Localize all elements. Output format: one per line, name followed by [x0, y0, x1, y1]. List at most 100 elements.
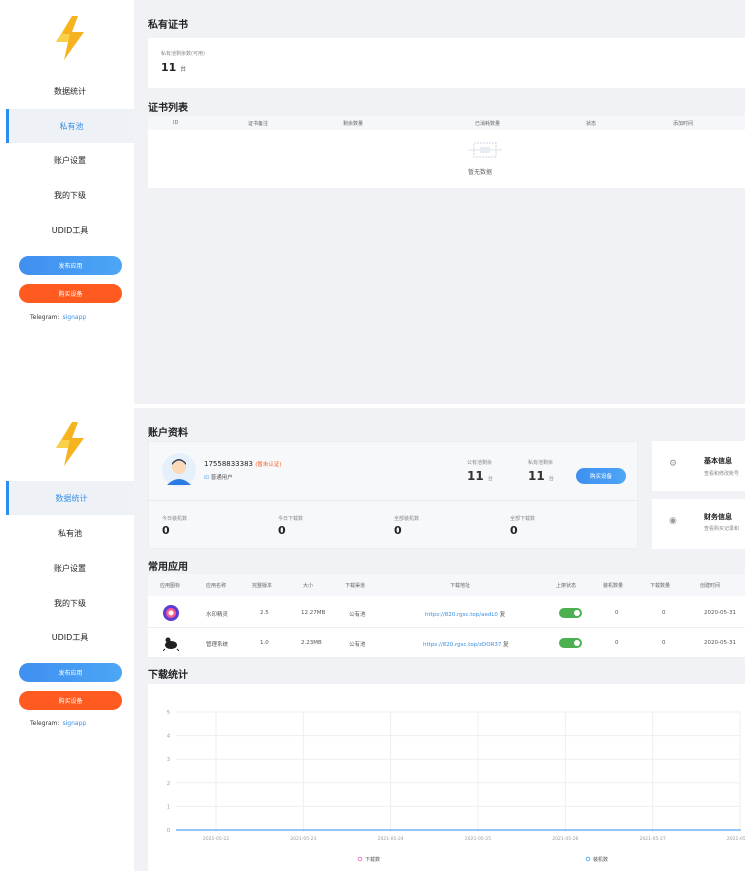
- col-url: 下载地址: [450, 583, 471, 589]
- remaining-unit: 台: [180, 66, 187, 73]
- account-card: 17558833383 (暂未认证) ☑ 普通用户 公有池剩余 11 台 私有池…: [148, 441, 638, 549]
- app-download-link[interactable]: https://820.rgsc.top/zDOR37: [423, 642, 501, 648]
- col-remark: 证书备注: [248, 121, 269, 127]
- col-version: 完整版本: [252, 583, 273, 589]
- table-row[interactable]: 水印精灵 2.5 12.27MB 公有池 https://820.rgsc.to…: [148, 598, 745, 628]
- page-title: 私有证书: [148, 20, 188, 31]
- table-row[interactable]: 管理系统 1.0 2.23MB 公有池 https://820.rgsc.top…: [148, 628, 745, 658]
- y-tick-label: 3: [167, 757, 170, 763]
- empty-text: 暂无数据: [468, 169, 493, 176]
- app-name: 水印精灵: [206, 612, 229, 618]
- col-icon: 应用图标: [160, 583, 181, 589]
- app-downloads: 0: [662, 640, 666, 646]
- sidebar-item-udid-tool[interactable]: UDID工具: [6, 213, 134, 247]
- remaining-card: 私有池剩余数(可用) 11 台: [148, 38, 745, 88]
- app-created: 2020-05-31: [704, 640, 736, 646]
- telegram-link[interactable]: signapp: [63, 720, 87, 727]
- download-chart: 0 1 2 3 4 5 2021-05-22 2021-05-23 2021-05-24 2021…: [167, 710, 745, 863]
- apps-table-header: 应用图标 应用名称 完整版本 大小 下载渠道 下载地址 上架状态 装机数量 下载…: [148, 574, 745, 596]
- legend-label: 装机数: [593, 856, 608, 863]
- x-tick-label: 2021-05-26: [552, 836, 578, 842]
- col-size: 大小: [303, 583, 314, 589]
- private-pool-screen: 数据统计 私有池 账户设置 我的下级 UDID工具 发布应用 购买设备 Tele…: [0, 0, 745, 404]
- remaining-number: 11: [161, 61, 177, 74]
- sidebar-item-stats[interactable]: 数据统计: [6, 74, 134, 108]
- stat-value-total-installs: 0: [394, 524, 402, 537]
- target-icon: ◉: [669, 516, 677, 526]
- sidebar-item-subordinates[interactable]: 我的下级: [6, 586, 134, 620]
- sidebar-item-private-pool[interactable]: 私有池: [6, 109, 134, 143]
- y-tick-label: 4: [167, 734, 170, 740]
- public-pool-value: 11 台: [467, 469, 493, 483]
- col-name: 应用名称: [206, 583, 227, 589]
- cert-list-title: 证书列表: [148, 103, 188, 114]
- shelf-toggle[interactable]: [559, 638, 582, 648]
- lightning-logo-icon: [56, 16, 84, 60]
- data-point: [389, 829, 392, 831]
- col-id: ID: [173, 120, 179, 126]
- stat-label-total-downloads: 全部下载数: [510, 516, 536, 522]
- publish-app-button[interactable]: 发布应用: [19, 256, 122, 275]
- public-pool-unit: 台: [487, 476, 493, 482]
- app-created: 2020-05-31: [704, 610, 736, 616]
- col-channel: 下载渠道: [345, 583, 366, 589]
- sidebar-item-subordinates[interactable]: 我的下级: [6, 178, 134, 212]
- stat-value-today-downloads: 0: [278, 524, 286, 537]
- app-size: 2.23MB: [301, 640, 322, 646]
- sidebar-item-account-settings[interactable]: 账户设置: [6, 551, 134, 585]
- basic-info-desc: 查看和修改账号: [704, 471, 740, 477]
- account-phone-line: 17558833383 (暂未认证): [204, 460, 282, 468]
- user-type-line: ☑ 普通用户: [204, 473, 233, 481]
- cert-table-header: ID 证书备注 剩余数量 已消耗数量 状态 添加时间: [148, 116, 745, 130]
- col-downloads: 下载数量: [650, 583, 671, 589]
- app-name: 管理系统: [206, 642, 229, 648]
- stat-label-today-downloads: 今日下载数: [278, 516, 304, 522]
- account-phone: 17558833383: [204, 460, 253, 468]
- copy-button[interactable]: 复: [503, 642, 509, 648]
- telegram-link[interactable]: signapp: [63, 314, 87, 321]
- cert-table: ID 证书备注 剩余数量 已消耗数量 状态 添加时间 暂无数据: [148, 116, 745, 188]
- y-tick-label: 1: [167, 804, 170, 810]
- buy-device-button[interactable]: 购买设备: [19, 691, 122, 710]
- app-installs: 0: [615, 610, 619, 616]
- data-point: [477, 829, 479, 831]
- check-circle-icon: ☑: [204, 475, 209, 481]
- data-point: [739, 829, 741, 831]
- telegram-label: Telegram:: [30, 720, 60, 727]
- app-version: 1.0: [260, 640, 269, 646]
- shelf-toggle[interactable]: [559, 608, 582, 618]
- basic-info-title: 基本信息: [704, 457, 732, 465]
- col-added: 添加时间: [673, 121, 694, 127]
- unverified-badge[interactable]: (暂未认证): [255, 462, 281, 468]
- sidebar: 数据统计 私有池 账户设置 我的下级 UDID工具 发布应用 购买设备 Tele…: [0, 408, 134, 871]
- user-type: 普通用户: [210, 475, 233, 481]
- stat-value-total-downloads: 0: [510, 524, 518, 537]
- chart-title: 下载统计: [148, 670, 188, 681]
- app-download-link[interactable]: https://820.rgsc.top/aedL0: [425, 612, 498, 618]
- private-pool-number: 11: [528, 469, 545, 483]
- sidebar-item-account-settings[interactable]: 账户设置: [6, 143, 134, 177]
- legend-marker: [357, 856, 363, 862]
- buy-device-button[interactable]: 购买设备: [19, 284, 122, 303]
- copy-button[interactable]: 复: [500, 612, 506, 618]
- col-status: 状态: [586, 121, 597, 127]
- account-buy-device-button[interactable]: 购买设备: [576, 468, 626, 484]
- public-pool-number: 11: [467, 469, 484, 483]
- basic-info-card[interactable]: ⚙ 基本信息 查看和修改账号: [652, 441, 745, 491]
- telegram-contact: Telegram: signapp: [30, 720, 86, 727]
- sidebar-item-private-pool[interactable]: 私有池: [6, 516, 134, 550]
- publish-app-button[interactable]: 发布应用: [19, 663, 122, 682]
- sidebar-item-udid-tool[interactable]: UDID工具: [6, 620, 134, 654]
- finance-info-card[interactable]: ◉ 财务信息 查看购买记录和: [652, 499, 745, 549]
- sidebar-item-stats[interactable]: 数据统计: [6, 481, 134, 515]
- col-created: 创建时间: [700, 583, 721, 589]
- gear-icon: ⚙: [669, 459, 678, 469]
- data-point: [215, 829, 217, 831]
- app-url-cell: https://820.rgsc.top/zDOR37 复: [423, 640, 509, 648]
- app-channel: 公有池: [349, 642, 366, 648]
- app-icon-admin: [163, 637, 179, 651]
- data-point: [564, 829, 567, 831]
- x-tick-label: 2021-05-25: [465, 836, 491, 842]
- app-installs: 0: [615, 640, 619, 646]
- y-tick-label: 0: [167, 828, 170, 834]
